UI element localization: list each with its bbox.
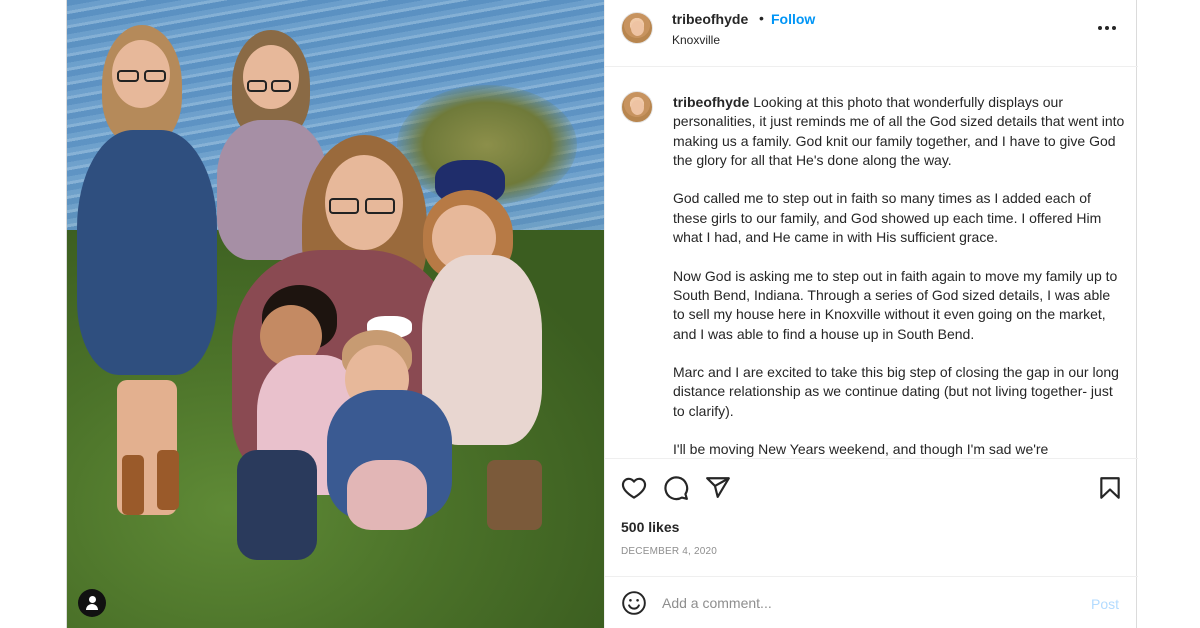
comment-input[interactable] xyxy=(662,593,1072,613)
post-comment-button[interactable]: Post xyxy=(1091,596,1119,612)
bookmark-icon[interactable] xyxy=(1097,475,1123,501)
header-separator: • xyxy=(759,10,764,26)
action-bar: 500 likes DECEMBER 4, 2020 xyxy=(605,458,1138,576)
follow-button[interactable]: Follow xyxy=(771,11,815,27)
post-photo[interactable] xyxy=(67,0,604,628)
caption-paragraph: I'll be moving New Years weekend, and th… xyxy=(673,441,1049,458)
share-icon[interactable] xyxy=(705,475,731,501)
caption-avatar[interactable] xyxy=(621,91,653,123)
post-location[interactable]: Knoxville xyxy=(672,33,720,47)
post-header: tribeofhyde • Follow Knoxville xyxy=(605,0,1138,67)
caption-paragraph: Now God is asking me to step out in fait… xyxy=(673,267,1118,342)
heart-icon[interactable] xyxy=(621,475,647,501)
caption-paragraph: God called me to step out in faith so ma… xyxy=(673,190,1102,246)
post-date[interactable]: DECEMBER 4, 2020 xyxy=(621,546,717,557)
post-sidebar: tribeofhyde • Follow Knoxville tribeofhy… xyxy=(604,0,1138,628)
caption-text: tribeofhyde Looking at this photo that wo… xyxy=(673,93,1125,458)
author-avatar[interactable] xyxy=(621,12,653,44)
instagram-post: tribeofhyde • Follow Knoxville tribeofhy… xyxy=(66,0,1138,628)
emoji-icon[interactable] xyxy=(621,590,647,616)
caption-paragraph: Marc and I are excited to take this big … xyxy=(673,364,1119,419)
caption-username[interactable]: tribeofhyde xyxy=(673,94,749,110)
likes-count[interactable]: 500 likes xyxy=(621,519,679,535)
author-username[interactable]: tribeofhyde xyxy=(672,11,748,27)
user-tag-icon[interactable] xyxy=(78,589,106,617)
comment-icon[interactable] xyxy=(663,475,689,501)
more-options-icon[interactable] xyxy=(1095,18,1119,38)
caption-section: tribeofhyde Looking at this photo that wo… xyxy=(605,67,1138,458)
comment-bar: Post xyxy=(605,576,1138,628)
